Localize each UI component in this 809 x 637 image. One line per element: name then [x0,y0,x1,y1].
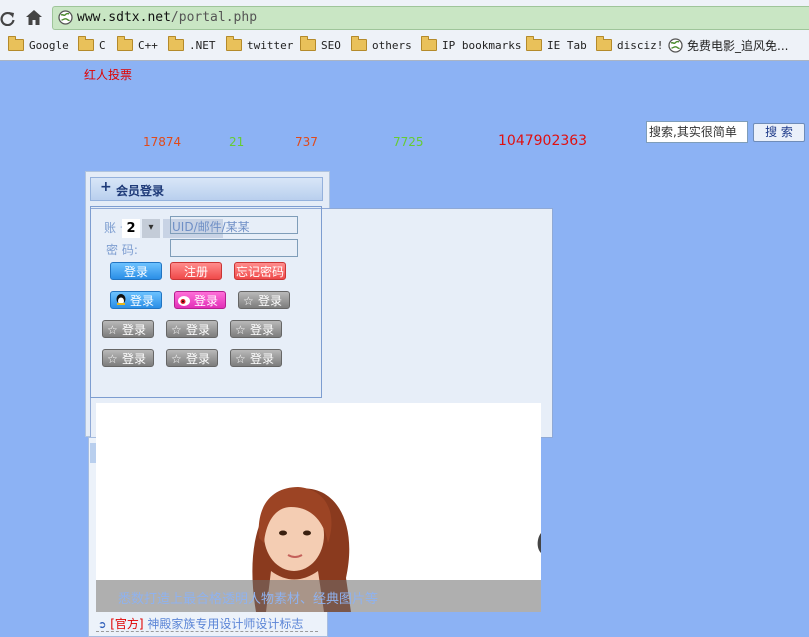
bookmark-disciz[interactable]: disciz! [596,36,663,54]
stat-value: 21 [229,135,245,149]
folder-icon [526,36,542,51]
red-vote-link[interactable]: 红人投票 [84,66,132,83]
folder-icon [168,36,184,51]
bookmark-movie[interactable]: 免费电影_追风免... [668,36,788,54]
bookmark-label: twitter [247,38,294,52]
stat-value: 1047902363 [498,133,588,149]
star-icon: ☆ [107,352,118,366]
weibo-login-button[interactable]: 登录 [174,291,226,309]
social-login-button[interactable]: ☆ 登录 [166,349,218,367]
browser-chrome: www.sdtx.net/portal.php Google C C++ .NE… [0,0,809,61]
stat-value: 7725 [393,135,424,149]
bookmark-cpp[interactable]: C++ [117,36,158,54]
folder-icon [78,36,94,51]
social-login-button[interactable]: ☆ 登录 [166,320,218,338]
social-login-label: 登录 [249,323,274,337]
bookmark-twitter[interactable]: twitter [226,36,293,54]
bookmark-label: C [99,38,106,52]
folder-icon [117,36,133,51]
bookmark-label: disciz! [617,38,664,52]
folder-icon [8,36,24,51]
username-index: 2 [122,219,140,238]
bookmark-label: C++ [138,38,158,52]
bookmark-label: IE Tab [547,38,587,52]
star-icon: ☆ [171,352,182,366]
bookmark-label: .NET [189,38,216,52]
plus-icon: + [100,179,112,195]
home-icon[interactable] [25,9,43,26]
social-login-button[interactable]: ☆ 登录 [230,349,282,367]
address-bar[interactable]: www.sdtx.net/portal.php [52,6,809,30]
qq-penguin-icon [116,294,126,305]
bookmark-label: 免费电影_追风免... [687,38,789,53]
globe-icon [668,37,683,53]
bookmark-label: IP bookmarks [442,38,522,52]
bookmark-label: others [372,38,412,52]
search-button[interactable]: 搜 索 [753,123,805,142]
news-divider [96,631,318,632]
globe-icon [58,10,73,25]
news-tag: [官方] [110,617,144,631]
login-button[interactable]: 登录 [110,262,162,280]
qq-login-button[interactable]: 登录 [110,291,162,309]
bookmark-seo[interactable]: SEO [300,36,341,54]
url-text: www.sdtx.net/portal.php [77,10,257,25]
folder-icon [226,36,242,51]
bookmark-others[interactable]: others [351,36,412,54]
social-login-label: 登录 [249,352,274,366]
password-input[interactable] [170,239,298,257]
star-icon: ☆ [243,294,254,308]
reload-icon[interactable] [0,10,16,26]
qq-login-label: 登录 [129,294,154,308]
folder-icon [300,36,316,51]
weibo-login-label: 登录 [193,294,218,308]
stat-value: 17874 [143,135,182,149]
social-login-label: 登录 [257,294,282,308]
star-icon: ☆ [235,352,246,366]
stat-value: 737 [295,135,318,149]
folder-icon [596,36,612,51]
chevron-down-icon[interactable]: ▾ [142,219,160,238]
username-hint: UID/邮件/某某 [172,220,250,234]
social-login-button[interactable]: ☆ 登录 [238,291,290,309]
weibo-icon [178,296,190,306]
circle-arrow-icon: ➲ [98,620,107,631]
register-button[interactable]: 注册 [170,262,222,280]
login-title: 会员登录 [116,184,165,198]
bookmark-dotnet[interactable]: .NET [168,36,216,54]
social-login-label: 登录 [121,323,146,337]
star-icon: ☆ [171,323,182,337]
bookmark-label: Google [29,38,69,52]
search-input[interactable]: 搜索,其实很简单 [646,121,748,143]
news-title: 神殿家族专用设计师设计标志 [147,617,304,631]
login-header: + 会员登录 [90,177,323,201]
bookmark-google[interactable]: Google [8,36,69,54]
bookmark-ietab[interactable]: IE Tab [526,36,587,54]
star-icon: ☆ [235,323,246,337]
social-login-button[interactable]: ☆ 登录 [102,320,154,338]
folder-icon [421,36,437,51]
star-icon: ☆ [107,323,118,337]
url-path: /portal.php [170,10,258,25]
bookmark-ip[interactable]: IP bookmarks [421,36,521,54]
url-host: www.sdtx.net [77,10,171,25]
bookmark-label: SEO [321,38,341,52]
social-login-label: 登录 [185,323,210,337]
forgot-password-button[interactable]: 忘记密码 [234,262,286,280]
social-login-label: 登录 [121,352,146,366]
bookmark-c[interactable]: C [78,36,106,54]
folder-icon [351,36,367,51]
slideshow-caption[interactable]: 悉数打造上最合格透明人物素材、经典图片等 [118,588,378,607]
social-login-label: 登录 [185,352,210,366]
news-item[interactable]: ➲ [官方] 神殿家族专用设计师设计标志 [98,615,303,632]
social-login-button[interactable]: ☆ 登录 [102,349,154,367]
password-label: 密 码: [106,243,138,257]
social-login-button[interactable]: ☆ 登录 [230,320,282,338]
